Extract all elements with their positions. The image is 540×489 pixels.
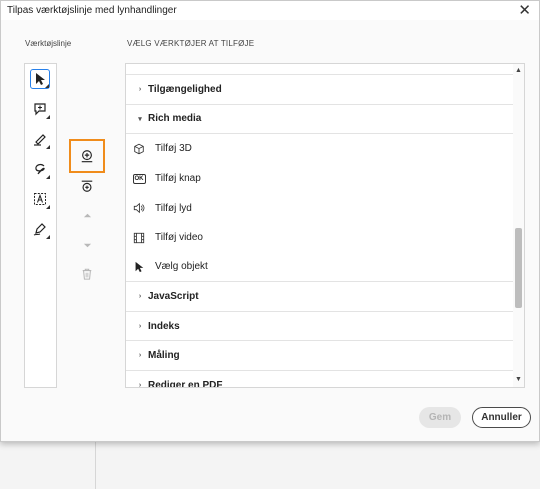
highlight-pen-icon bbox=[34, 134, 46, 146]
submenu-corner-icon bbox=[46, 235, 50, 239]
ok-icon-text: OK bbox=[132, 173, 146, 184]
close-icon[interactable]: ✕ bbox=[518, 1, 531, 20]
category-label: Rich media bbox=[148, 113, 202, 125]
scroll-down-icon[interactable]: ▼ bbox=[513, 374, 524, 386]
category-label: Indeks bbox=[148, 320, 180, 332]
submenu-corner-icon bbox=[45, 84, 49, 88]
ok-button-icon: OK bbox=[132, 172, 146, 186]
draw-lasso-icon bbox=[35, 163, 45, 175]
tool-draw[interactable] bbox=[30, 159, 50, 179]
speaker-icon bbox=[132, 201, 146, 215]
tool-item-add-button[interactable]: OK Tilføj knap bbox=[126, 164, 513, 194]
delete-button[interactable] bbox=[77, 264, 97, 284]
category-label: JavaScript bbox=[148, 290, 199, 302]
category-indeks[interactable]: › Indeks bbox=[126, 312, 513, 342]
toolbar-label: Værktøjslinje bbox=[25, 39, 72, 48]
list-scrollbar[interactable]: ▲ ▼ bbox=[513, 64, 524, 387]
dialog-title: Tilpas værktøjslinje med lynhandlinger bbox=[7, 5, 177, 16]
tool-item-label: Tilføj 3D bbox=[155, 143, 192, 155]
scroll-up-icon[interactable]: ▲ bbox=[513, 65, 524, 77]
tool-item-add-video[interactable]: Tilføj video bbox=[126, 223, 513, 253]
tools-to-add-label: VÆLG VÆRKTØJER AT TILFØJE bbox=[127, 39, 255, 48]
scrollbar-thumb[interactable] bbox=[515, 228, 522, 308]
submenu-corner-icon bbox=[46, 145, 50, 149]
category-javascript[interactable]: › JavaScript bbox=[126, 282, 513, 312]
category-rediger-pdf[interactable]: › Rediger en PDF bbox=[126, 371, 513, 388]
chevron-right-icon: › bbox=[138, 322, 142, 330]
chevron-right-icon: › bbox=[138, 352, 142, 360]
tool-sign[interactable] bbox=[30, 219, 50, 239]
chevron-right-icon: › bbox=[138, 292, 142, 300]
tool-item-label: Vælg objekt bbox=[155, 261, 208, 273]
customize-toolbar-dialog: Tilpas værktøjslinje med lynhandlinger ✕… bbox=[0, 0, 540, 442]
tool-item-add-3d[interactable]: Tilføj 3D bbox=[126, 134, 513, 164]
tool-item-label: Tilføj video bbox=[155, 232, 203, 244]
cancel-button[interactable]: Annuller bbox=[472, 407, 531, 428]
tool-highlight[interactable] bbox=[30, 129, 50, 149]
save-button[interactable]: Gem bbox=[419, 407, 461, 428]
tools-list-panel: › Tilgængelighed ▾ Rich media Tilføj 3D … bbox=[125, 63, 525, 388]
cube-3d-icon bbox=[132, 142, 146, 156]
move-down-icon bbox=[83, 243, 91, 247]
category-label: Rediger en PDF bbox=[148, 379, 223, 388]
tool-item-label: Tilføj lyd bbox=[155, 202, 192, 214]
background-panel bbox=[0, 441, 540, 489]
submenu-corner-icon bbox=[46, 115, 50, 119]
submenu-corner-icon bbox=[46, 175, 50, 179]
tool-item-select-object[interactable]: Vælg objekt bbox=[126, 253, 513, 283]
category-rich-media[interactable]: ▾ Rich media bbox=[126, 105, 513, 135]
chevron-right-icon: › bbox=[138, 381, 142, 388]
chevron-right-icon: › bbox=[138, 85, 142, 93]
move-up-button[interactable] bbox=[77, 205, 97, 225]
toolbar-list bbox=[24, 63, 57, 388]
tool-item-add-sound[interactable]: Tilføj lyd bbox=[126, 193, 513, 223]
move-down-button[interactable] bbox=[77, 235, 97, 255]
tool-add-comment[interactable] bbox=[30, 99, 50, 119]
tool-item-label: Tilføj knap bbox=[155, 173, 201, 185]
add-tool-icon bbox=[81, 150, 93, 163]
title-bar: Tilpas værktøjslinje med lynhandlinger ✕ bbox=[1, 1, 539, 20]
add-tool-button[interactable] bbox=[77, 146, 97, 166]
category-tilgaengelighed[interactable]: › Tilgængelighed bbox=[126, 75, 513, 105]
category-maaling[interactable]: › Måling bbox=[126, 341, 513, 371]
category-label: Tilgængelighed bbox=[148, 83, 222, 95]
submenu-corner-icon bbox=[46, 205, 50, 209]
category-label: Måling bbox=[148, 350, 180, 362]
add-divider-icon bbox=[81, 180, 93, 192]
tool-select[interactable] bbox=[30, 69, 50, 89]
background-divider bbox=[95, 441, 96, 489]
add-comment-icon bbox=[34, 103, 46, 116]
list-top-row bbox=[126, 64, 513, 75]
text-box-icon bbox=[34, 193, 46, 205]
film-icon bbox=[132, 231, 146, 245]
tool-text-box[interactable] bbox=[30, 189, 50, 209]
add-divider-button[interactable] bbox=[77, 176, 97, 196]
tools-list: › Tilgængelighed ▾ Rich media Tilføj 3D … bbox=[126, 64, 513, 388]
delete-icon bbox=[82, 268, 92, 280]
chevron-down-icon: ▾ bbox=[138, 115, 142, 123]
move-up-icon bbox=[83, 213, 91, 217]
sign-pen-icon bbox=[33, 223, 46, 236]
pointer-icon bbox=[132, 260, 146, 274]
